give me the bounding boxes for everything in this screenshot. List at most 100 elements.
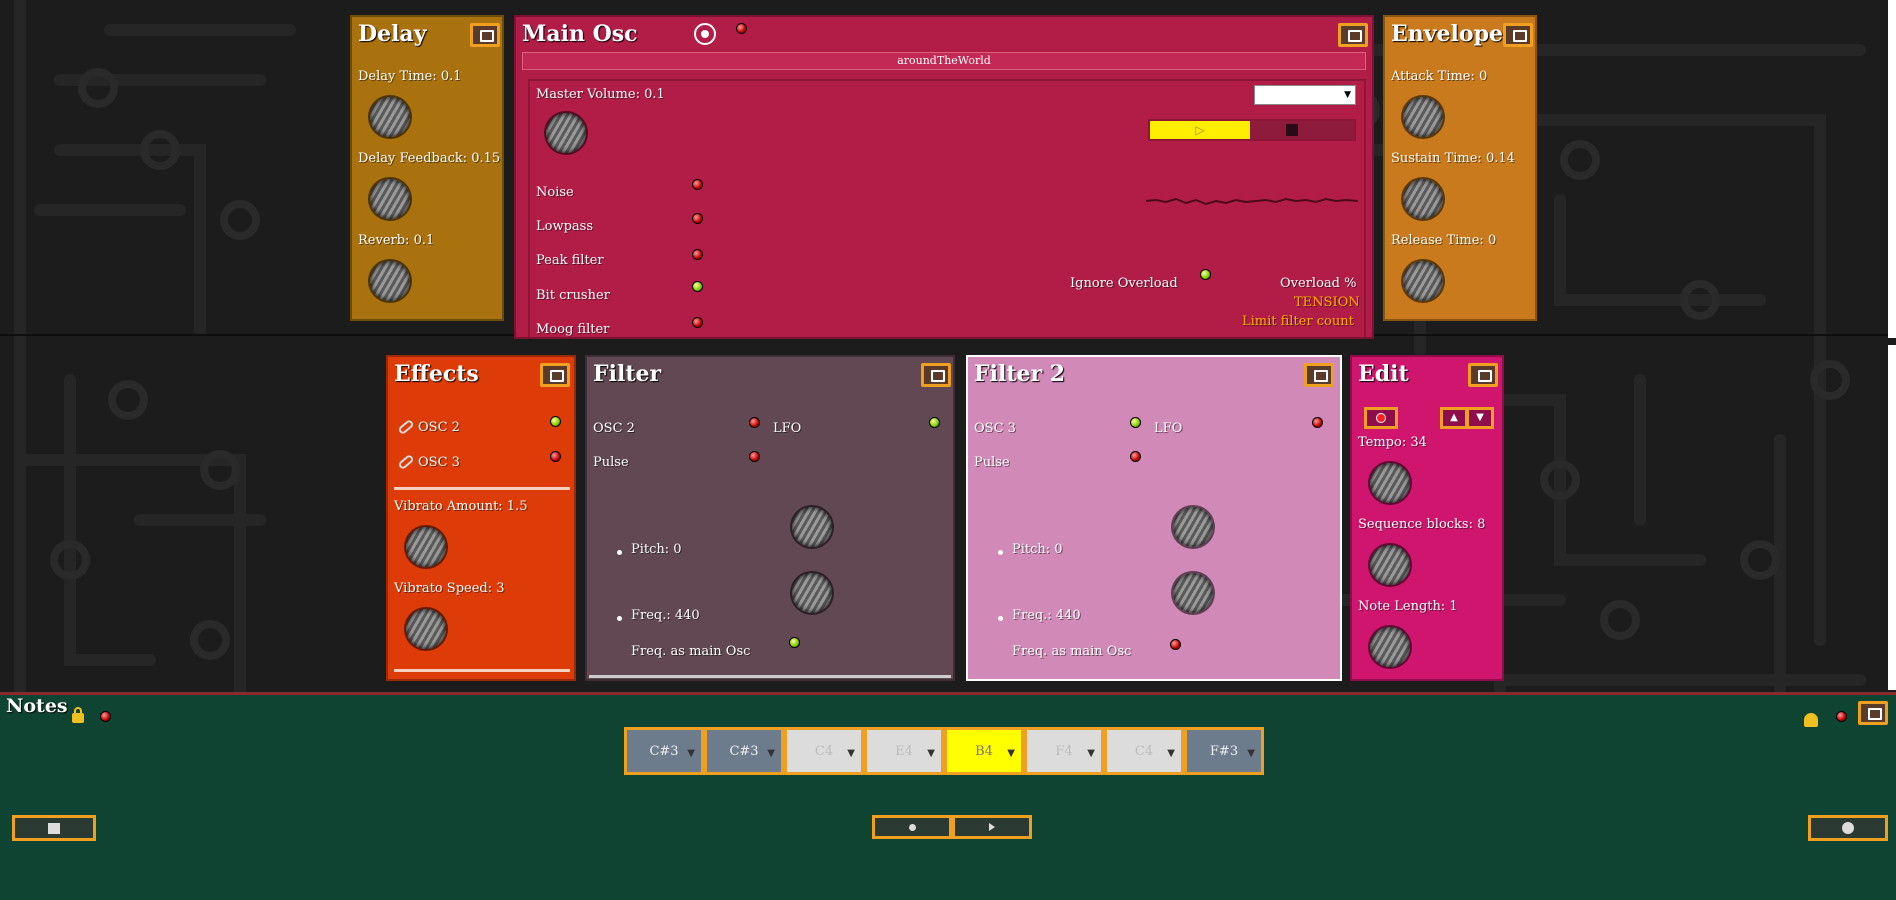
notes-panel: Notes C#3 ▼ C#3 ▼ C4 ▼ E4 ▼ B4 ▼ F4 ▼ C4 ▼ F#3 ▼ <box>0 692 1896 900</box>
filter-freq-knob[interactable] <box>792 573 832 613</box>
filter-pitch-label: Pitch: 0 <box>631 542 682 557</box>
link-icon <box>397 453 415 471</box>
filter-lfo-label: LFO <box>773 421 802 436</box>
peak-filter-toggle[interactable] <box>692 249 703 260</box>
play-button[interactable]: ▷ <box>1150 121 1250 139</box>
moog-filter-label: Moog filter <box>536 322 610 337</box>
noise-toggle[interactable] <box>692 179 703 190</box>
power-icon <box>701 30 709 38</box>
note-slot-4[interactable]: E4 ▼ <box>864 727 944 775</box>
note-label: F4 <box>1055 743 1073 759</box>
notes-expand-button[interactable] <box>1858 701 1888 725</box>
stop-sequence-button[interactable] <box>872 815 952 839</box>
stop-button[interactable] <box>1286 124 1298 136</box>
ignore-overload-toggle[interactable] <box>1200 269 1211 280</box>
notes-title: Notes <box>6 695 68 717</box>
note-slot-8[interactable]: F#3 ▼ <box>1184 727 1264 775</box>
delay-feedback-label: Delay Feedback: 0.15 <box>358 151 501 166</box>
main-osc-title: Main Osc <box>522 21 638 47</box>
filter-lfo-toggle[interactable] <box>929 417 940 428</box>
reverb-label: Reverb: 0.1 <box>358 233 435 248</box>
tempo-label: Tempo: 34 <box>1358 435 1427 450</box>
bit-crusher-toggle[interactable] <box>692 281 703 292</box>
note-slot-1[interactable]: C#3 ▼ <box>624 727 704 775</box>
waveform-select[interactable]: ▼ <box>1254 85 1356 105</box>
filter2-lfo-toggle[interactable] <box>1312 417 1323 428</box>
edit-expand-button[interactable] <box>1468 363 1498 387</box>
gear-icon <box>1842 822 1854 834</box>
lock-shackle <box>74 707 82 715</box>
chevron-down-icon: ▼ <box>767 748 775 759</box>
moog-filter-toggle[interactable] <box>692 317 703 328</box>
record-icon <box>1376 413 1386 423</box>
power-button[interactable] <box>694 23 716 45</box>
note-slot-6[interactable]: F4 ▼ <box>1024 727 1104 775</box>
release-time-knob[interactable] <box>1403 261 1443 301</box>
lowpass-toggle[interactable] <box>692 213 703 224</box>
filter2-freq-main-toggle[interactable] <box>1170 639 1181 650</box>
note-slot-2[interactable]: C#3 ▼ <box>704 727 784 775</box>
effects-osc3-toggle[interactable] <box>550 451 561 462</box>
vibrato-amount-knob[interactable] <box>406 527 446 567</box>
filter2-osc-label: OSC 3 <box>974 421 1016 436</box>
filter-expand-button[interactable] <box>921 363 951 387</box>
note-slot-5[interactable]: B4 ▼ <box>944 727 1024 775</box>
attack-time-knob[interactable] <box>1403 97 1443 137</box>
main-osc-led[interactable] <box>736 23 747 34</box>
chevron-down-icon: ▼ <box>1344 90 1351 100</box>
filter2-pitch-knob[interactable] <box>1173 507 1213 547</box>
lock-icon[interactable] <box>72 707 84 723</box>
settings-button[interactable] <box>1808 815 1888 841</box>
upload-button[interactable]: ▲ <box>1440 407 1468 429</box>
sound-name-bar[interactable]: aroundTheWorld <box>522 52 1366 70</box>
envelope-expand-button[interactable] <box>1503 23 1533 47</box>
filter-pulse-toggle[interactable] <box>749 451 760 462</box>
filter2-freq-knob[interactable] <box>1173 573 1213 613</box>
filter-freq-main-toggle[interactable] <box>789 637 800 648</box>
note-slot-3[interactable]: C4 ▼ <box>784 727 864 775</box>
note-length-label: Note Length: 1 <box>1358 599 1458 614</box>
main-osc-panel: Main Osc aroundTheWorld Master Volume: 0… <box>514 15 1374 339</box>
master-volume-knob[interactable] <box>546 113 586 153</box>
ignore-overload-label: Ignore Overload <box>1070 276 1178 291</box>
delay-expand-button[interactable] <box>470 23 500 47</box>
save-button[interactable] <box>12 815 96 841</box>
delay-feedback-knob[interactable] <box>370 179 410 219</box>
lowpass-label: Lowpass <box>536 219 594 234</box>
sustain-time-knob[interactable] <box>1403 179 1443 219</box>
tempo-knob[interactable] <box>1370 463 1410 503</box>
note-slot-7[interactable]: C4 ▼ <box>1104 727 1184 775</box>
vibrato-speed-knob[interactable] <box>406 609 446 649</box>
filter2-osc-toggle[interactable] <box>1130 417 1141 428</box>
effects-osc2-toggle[interactable] <box>550 416 561 427</box>
filter2-pulse-toggle[interactable] <box>1130 451 1141 462</box>
vibrato-speed-label: Vibrato Speed: 3 <box>394 581 505 596</box>
play-sequence-button[interactable] <box>952 815 1032 839</box>
sound-name-text: aroundTheWorld <box>897 54 991 67</box>
record-button[interactable] <box>1364 407 1398 429</box>
note-length-knob[interactable] <box>1370 627 1410 667</box>
notes-led[interactable] <box>100 711 111 722</box>
main-osc-expand-button[interactable] <box>1338 23 1368 47</box>
filter-osc-toggle[interactable] <box>749 417 760 428</box>
note-label: C4 <box>814 743 834 759</box>
filter-divider <box>589 675 951 678</box>
delay-time-knob[interactable] <box>370 97 410 137</box>
bell-icon[interactable] <box>1804 713 1818 727</box>
download-button[interactable]: ▼ <box>1466 407 1494 429</box>
notes-right-led[interactable] <box>1836 711 1847 722</box>
effects-panel: Effects OSC 2 OSC 3 Vibrato Amount: 1.5 … <box>386 355 576 681</box>
filter-osc-label: OSC 2 <box>593 421 635 436</box>
play-icon: ▷ <box>1195 123 1205 137</box>
filter-pitch-knob[interactable] <box>792 507 832 547</box>
effects-expand-button[interactable] <box>540 363 570 387</box>
filter-pulse-label: Pulse <box>593 455 629 470</box>
filter-freq-label: Freq.: 440 <box>631 608 700 623</box>
filter2-expand-button[interactable] <box>1304 363 1334 387</box>
main-osc-inner: Master Volume: 0.1 Noise Lowpass Peak fi… <box>528 79 1366 337</box>
reverb-knob[interactable] <box>370 261 410 301</box>
overload-label: Overload % <box>1280 276 1357 291</box>
stop-icon <box>908 823 916 831</box>
pitch-bullet <box>998 550 1003 555</box>
sequence-blocks-knob[interactable] <box>1370 545 1410 585</box>
